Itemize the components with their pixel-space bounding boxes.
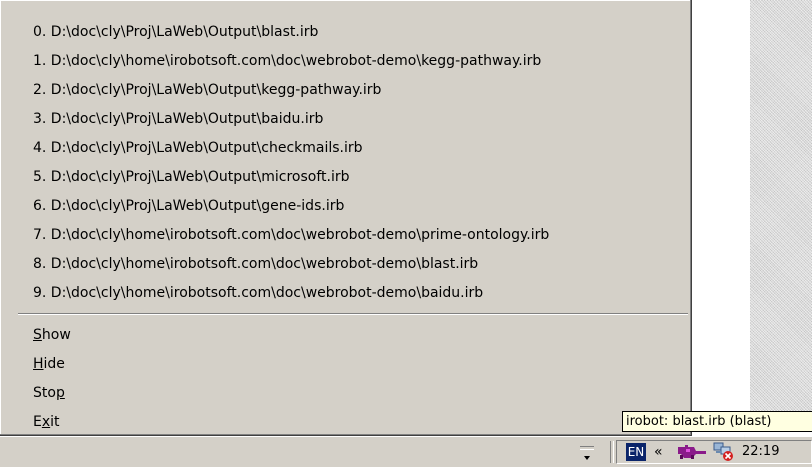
recent-file-7[interactable]: 7. D:\doc\cly\home\irobotsoft.com\doc\we… bbox=[33, 226, 549, 244]
show-label: how bbox=[41, 327, 71, 343]
clock[interactable]: 22:19 bbox=[742, 443, 779, 461]
show-accel: S bbox=[33, 327, 42, 343]
stop-accel: p bbox=[55, 385, 65, 401]
recent-file-8[interactable]: 8. D:\doc\cly\home\irobotsoft.com\doc\we… bbox=[33, 255, 478, 273]
hide-accel: H bbox=[33, 356, 44, 372]
hide-label: ide bbox=[43, 356, 65, 372]
recent-file-3[interactable]: 3. D:\doc\cly\Proj\LaWeb\Output\baidu.ir… bbox=[33, 110, 323, 128]
language-indicator[interactable]: EN bbox=[626, 443, 646, 461]
tray-context-menu: 0. D:\doc\cly\Proj\LaWeb\Output\blast.ir… bbox=[0, 0, 692, 436]
tray-tooltip: irobot: blast.irb (blast) bbox=[622, 411, 812, 432]
robot-icon[interactable] bbox=[676, 443, 708, 461]
recent-file-0[interactable]: 0. D:\doc\cly\Proj\LaWeb\Output\blast.ir… bbox=[33, 23, 318, 41]
show-hidden-icons-chevron[interactable]: « bbox=[654, 443, 663, 461]
recent-file-6[interactable]: 6. D:\doc\cly\Proj\LaWeb\Output\gene-ids… bbox=[33, 197, 344, 215]
network-error-icon[interactable] bbox=[712, 442, 736, 462]
desktop-area bbox=[694, 0, 750, 432]
stop-menu-item[interactable]: Stop bbox=[33, 384, 65, 402]
exit-label-post: it bbox=[50, 414, 60, 430]
exit-accel: x bbox=[41, 414, 51, 430]
recent-file-4[interactable]: 4. D:\doc\cly\Proj\LaWeb\Output\checkmai… bbox=[33, 139, 363, 157]
recent-file-5[interactable]: 5. D:\doc\cly\Proj\LaWeb\Output\microsof… bbox=[33, 168, 350, 186]
menu-separator bbox=[18, 313, 688, 315]
grip-line bbox=[580, 446, 594, 450]
hide-menu-item[interactable]: Hide bbox=[33, 355, 65, 373]
exit-menu-item[interactable]: Exit bbox=[33, 413, 60, 431]
taskbar-grip[interactable] bbox=[578, 444, 598, 462]
recent-file-1[interactable]: 1. D:\doc\cly\home\irobotsoft.com\doc\we… bbox=[33, 52, 541, 70]
show-menu-item[interactable]: Show bbox=[33, 326, 71, 344]
desktop-pattern bbox=[750, 0, 812, 432]
recent-file-9[interactable]: 9. D:\doc\cly\home\irobotsoft.com\doc\we… bbox=[33, 284, 483, 302]
grip-arrow-icon bbox=[584, 456, 590, 460]
stop-label: Sto bbox=[33, 385, 56, 401]
taskbar-divider bbox=[610, 441, 614, 463]
recent-file-2[interactable]: 2. D:\doc\cly\Proj\LaWeb\Output\kegg-pat… bbox=[33, 81, 381, 99]
exit-label-pre: E bbox=[33, 414, 42, 430]
